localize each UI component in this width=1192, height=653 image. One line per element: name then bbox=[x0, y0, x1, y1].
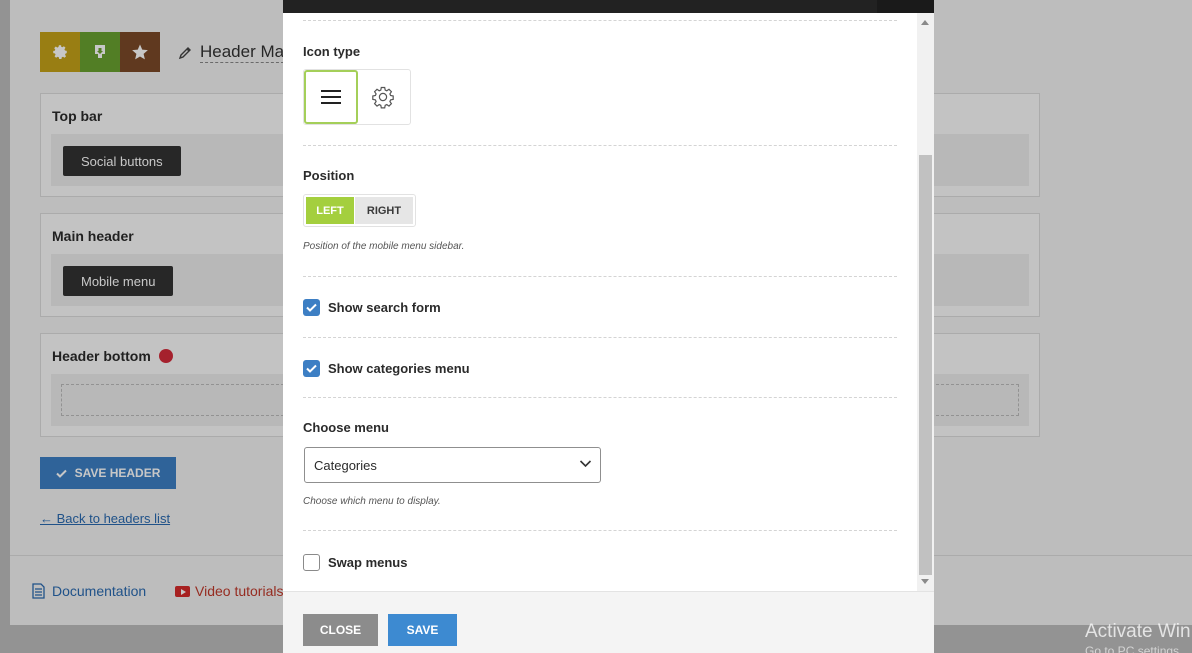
show-categories-menu-checkbox[interactable] bbox=[303, 360, 320, 377]
divider bbox=[303, 337, 897, 338]
modal-body: Icon type Position LEFT RIGHT Position o… bbox=[283, 13, 918, 591]
icon-type-label: Icon type bbox=[303, 44, 361, 59]
show-search-form-row[interactable]: Show search form bbox=[303, 299, 441, 316]
modal-close-area[interactable] bbox=[877, 0, 934, 13]
swap-menus-checkbox[interactable] bbox=[303, 554, 320, 571]
divider bbox=[303, 530, 897, 531]
swap-menus-row[interactable]: Swap menus bbox=[303, 554, 407, 571]
modal-header-bar bbox=[283, 0, 934, 13]
divider bbox=[303, 145, 897, 146]
position-hint: Position of the mobile menu sidebar. bbox=[303, 241, 465, 252]
show-categories-menu-row[interactable]: Show categories menu bbox=[303, 360, 470, 377]
windows-activation-watermark: Activate Win bbox=[1085, 621, 1191, 642]
show-search-form-label: Show search form bbox=[328, 300, 441, 315]
save-button[interactable]: SAVE bbox=[388, 614, 457, 646]
show-categories-menu-label: Show categories menu bbox=[328, 361, 470, 376]
close-button[interactable]: CLOSE bbox=[303, 614, 378, 646]
hamburger-icon bbox=[320, 90, 341, 104]
choose-menu-hint: Choose which menu to display. bbox=[303, 496, 441, 507]
modal-footer: CLOSE SAVE bbox=[283, 591, 934, 653]
icon-option-gear[interactable] bbox=[357, 70, 410, 124]
position-left-button[interactable]: LEFT bbox=[306, 197, 354, 224]
position-label: Position bbox=[303, 168, 355, 183]
position-selector: LEFT RIGHT bbox=[303, 194, 416, 227]
check-icon bbox=[306, 303, 317, 312]
position-right-button[interactable]: RIGHT bbox=[355, 197, 413, 224]
icon-option-hamburger[interactable] bbox=[304, 70, 358, 124]
scrollbar-thumb[interactable] bbox=[919, 155, 932, 575]
gear-icon bbox=[372, 86, 395, 109]
windows-activation-subtext: Go to PC settings bbox=[1085, 644, 1180, 653]
check-icon bbox=[306, 364, 317, 373]
mobile-menu-settings-modal: Icon type Position LEFT RIGHT Position o… bbox=[283, 0, 934, 653]
icon-type-selector bbox=[303, 69, 411, 125]
choose-menu-label: Choose menu bbox=[303, 420, 389, 435]
scroll-up-arrow[interactable] bbox=[921, 20, 929, 25]
choose-menu-select[interactable]: Categories bbox=[304, 447, 601, 483]
swap-menus-label: Swap menus bbox=[328, 555, 408, 570]
choose-menu-value: Categories bbox=[314, 457, 377, 473]
divider bbox=[303, 397, 897, 398]
show-search-form-checkbox[interactable] bbox=[303, 299, 320, 316]
divider bbox=[303, 20, 897, 21]
modal-scrollbar[interactable] bbox=[917, 13, 934, 591]
scroll-down-arrow[interactable] bbox=[921, 579, 929, 584]
chevron-down-icon bbox=[579, 460, 592, 468]
divider bbox=[303, 276, 897, 277]
